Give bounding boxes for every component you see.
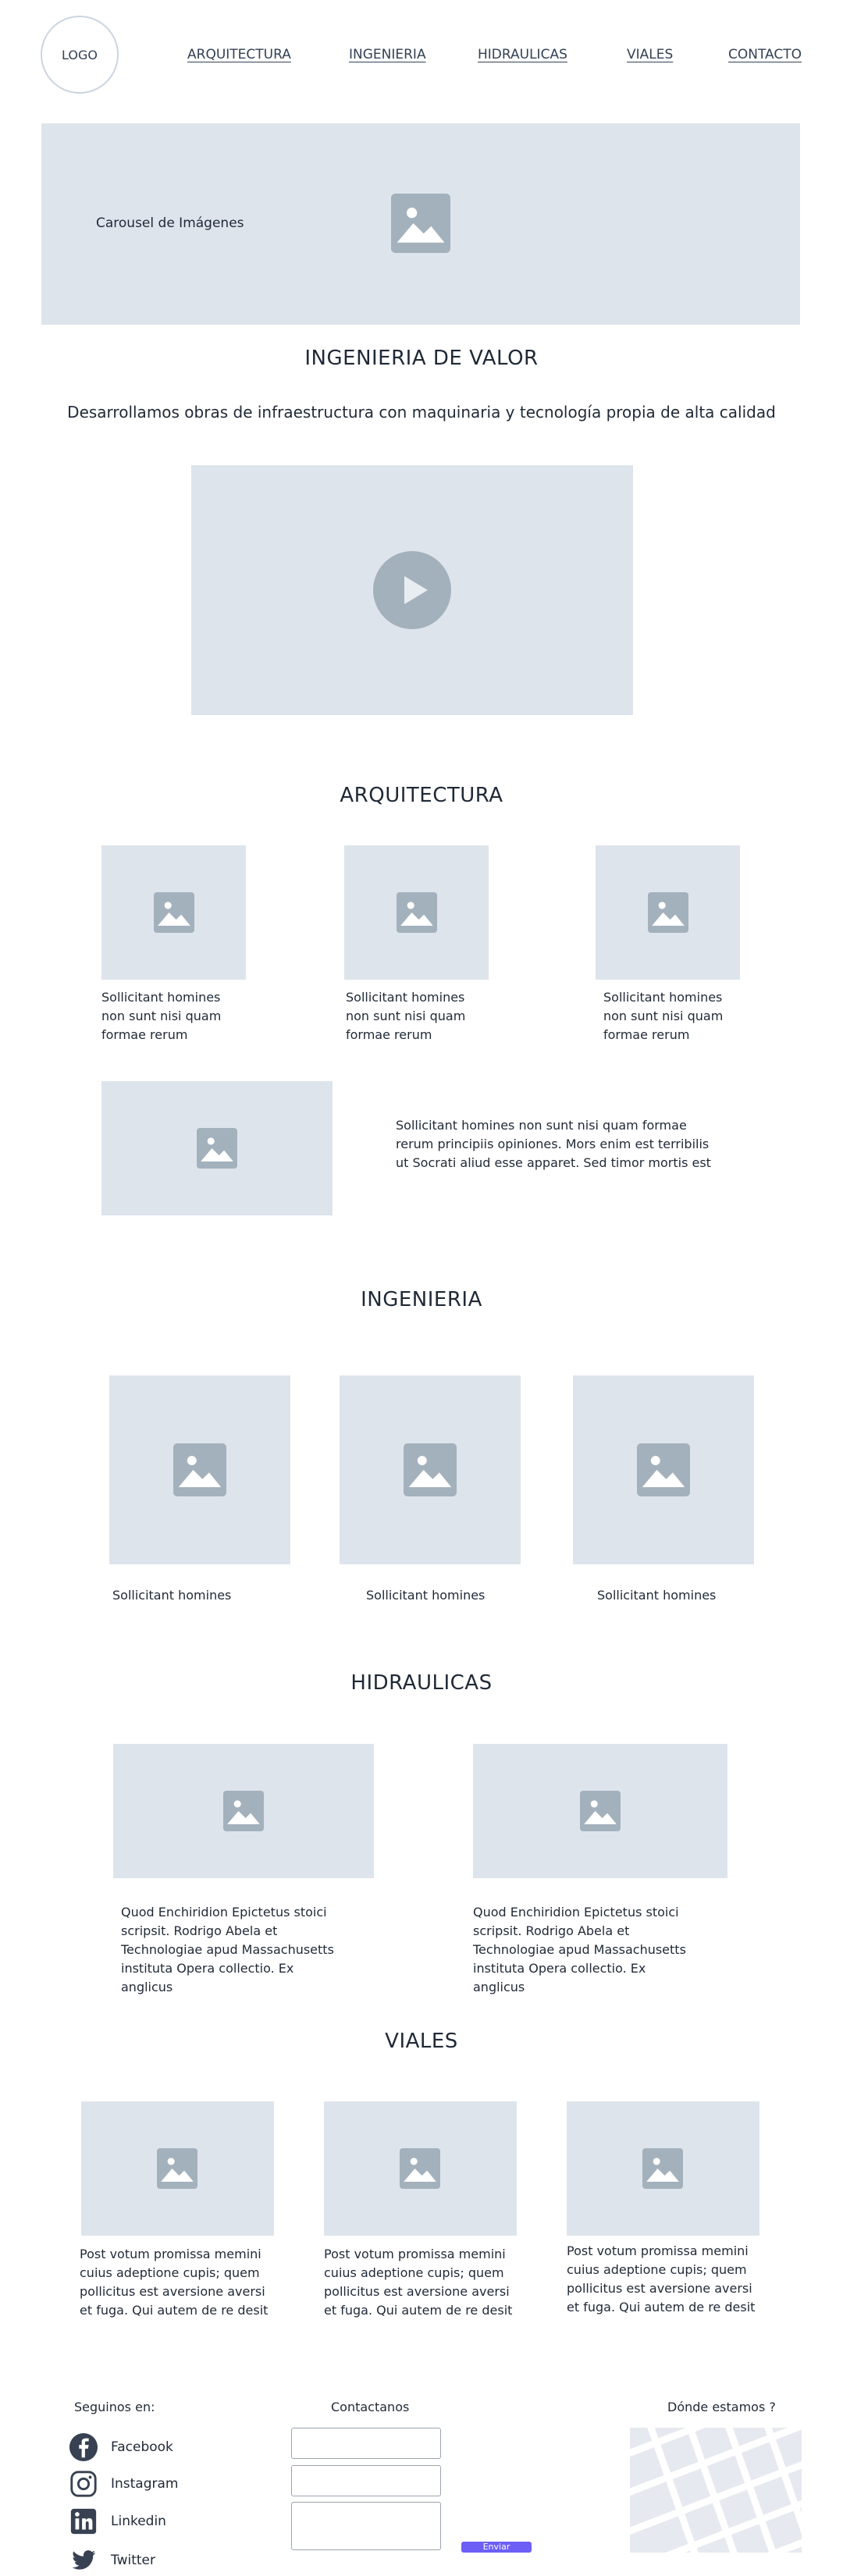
- image-icon: [173, 1443, 226, 1496]
- contact-label: Contactanos: [331, 2400, 410, 2414]
- hid-card-image: [113, 1744, 374, 1878]
- carousel-label: Carousel de Imágenes: [96, 215, 244, 231]
- contact-email-field[interactable]: [291, 2465, 441, 2496]
- video-player[interactable]: [191, 465, 633, 715]
- vial-card-image: [81, 2101, 274, 2236]
- social-twitter[interactable]: Twitter: [69, 2545, 155, 2576]
- social-twitter-label: Twitter: [111, 2553, 155, 2568]
- intro-title: INGENIERIA DE VALOR: [304, 347, 539, 370]
- intro-subtitle: Desarrollamos obras de infraestructura c…: [67, 403, 776, 422]
- image-icon: [391, 194, 450, 253]
- vial-card-caption: Post votum promissa memini cuius adeptio…: [324, 2247, 513, 2318]
- hid-card-caption: Quod Enchiridion Epictetus stoici scrips…: [121, 1905, 334, 1994]
- viales-title: VIALES: [385, 2030, 458, 2053]
- ing-card-image: [573, 1375, 754, 1564]
- logo[interactable]: LOGO: [41, 16, 119, 94]
- image-icon: [197, 1128, 237, 1169]
- hero-carousel[interactable]: Carousel de Imágenes: [41, 123, 800, 325]
- image-icon: [157, 2148, 197, 2189]
- vial-card-image: [324, 2101, 517, 2236]
- social-instagram-label: Instagram: [111, 2476, 179, 2492]
- image-icon: [404, 1443, 457, 1496]
- hid-card-caption: Quod Enchiridion Epictetus stoici scrips…: [473, 1905, 686, 1994]
- image-icon: [400, 2148, 440, 2189]
- vial-card-caption: Post votum promissa memini cuius adeptio…: [567, 2243, 756, 2314]
- social-linkedin[interactable]: Linkedin: [69, 2506, 166, 2537]
- vial-card-caption: Post votum promissa memini cuius adeptio…: [80, 2247, 269, 2318]
- image-icon: [397, 892, 437, 933]
- arq-card-image: [101, 845, 246, 980]
- ingenieria-title: INGENIERIA: [361, 1288, 482, 1311]
- ing-card-caption: Sollicitant homines: [366, 1588, 486, 1603]
- nav-viales[interactable]: VIALES: [627, 47, 673, 62]
- hidraulicas-title: HIDRAULICAS: [350, 1671, 493, 1695]
- image-icon: [637, 1443, 690, 1496]
- twitter-icon: [69, 2546, 98, 2575]
- social-facebook[interactable]: Facebook: [69, 2432, 173, 2463]
- social-instagram[interactable]: Instagram: [69, 2468, 179, 2500]
- location-label: Dónde estamos ?: [667, 2400, 776, 2414]
- arq-feature-image: [101, 1081, 333, 1215]
- arq-card-caption: Sollicitant homines non sunt nisi quam f…: [101, 990, 222, 1042]
- social-linkedin-label: Linkedin: [111, 2514, 166, 2529]
- submit-button[interactable]: Enviar: [461, 2542, 532, 2553]
- hid-card-image: [473, 1744, 727, 1878]
- submit-label: Enviar: [482, 2542, 510, 2552]
- ing-card-caption: Sollicitant homines: [112, 1588, 232, 1603]
- nav-contacto[interactable]: CONTACTO: [728, 47, 802, 62]
- map-streets-graphic: [630, 2428, 802, 2553]
- contact-name-field[interactable]: [291, 2428, 441, 2459]
- arq-card-image: [344, 845, 489, 980]
- arq-card-caption: Sollicitant homines non sunt nisi quam f…: [346, 990, 466, 1042]
- image-icon: [642, 2148, 683, 2189]
- play-icon[interactable]: [373, 551, 451, 629]
- arq-card-caption: Sollicitant homines non sunt nisi quam f…: [603, 990, 724, 1042]
- ing-card-caption: Sollicitant homines: [597, 1588, 717, 1603]
- social-facebook-label: Facebook: [111, 2439, 173, 2455]
- ing-card-image: [109, 1375, 290, 1564]
- ing-card-image: [340, 1375, 521, 1564]
- contact-message-field[interactable]: [291, 2502, 441, 2550]
- image-icon: [223, 1791, 264, 1831]
- image-icon: [580, 1791, 621, 1831]
- instagram-icon: [69, 2469, 98, 2499]
- linkedin-icon: [69, 2507, 98, 2536]
- nav-arquitectura[interactable]: ARQUITECTURA: [187, 47, 291, 62]
- follow-label: Seguinos en:: [74, 2400, 155, 2414]
- logo-text: LOGO: [62, 47, 98, 62]
- nav-ingenieria[interactable]: INGENIERIA: [349, 47, 426, 62]
- facebook-icon: [69, 2432, 98, 2462]
- nav-hidraulicas[interactable]: HIDRAULICAS: [478, 47, 567, 62]
- image-icon: [154, 892, 194, 933]
- arq-card-image: [596, 845, 740, 980]
- vial-card-image: [567, 2101, 759, 2236]
- arquitectura-title: ARQUITECTURA: [340, 784, 503, 807]
- map[interactable]: [630, 2428, 802, 2553]
- arq-feature-text: Sollicitant homines non sunt nisi quam f…: [396, 1118, 711, 1170]
- image-icon: [648, 892, 688, 933]
